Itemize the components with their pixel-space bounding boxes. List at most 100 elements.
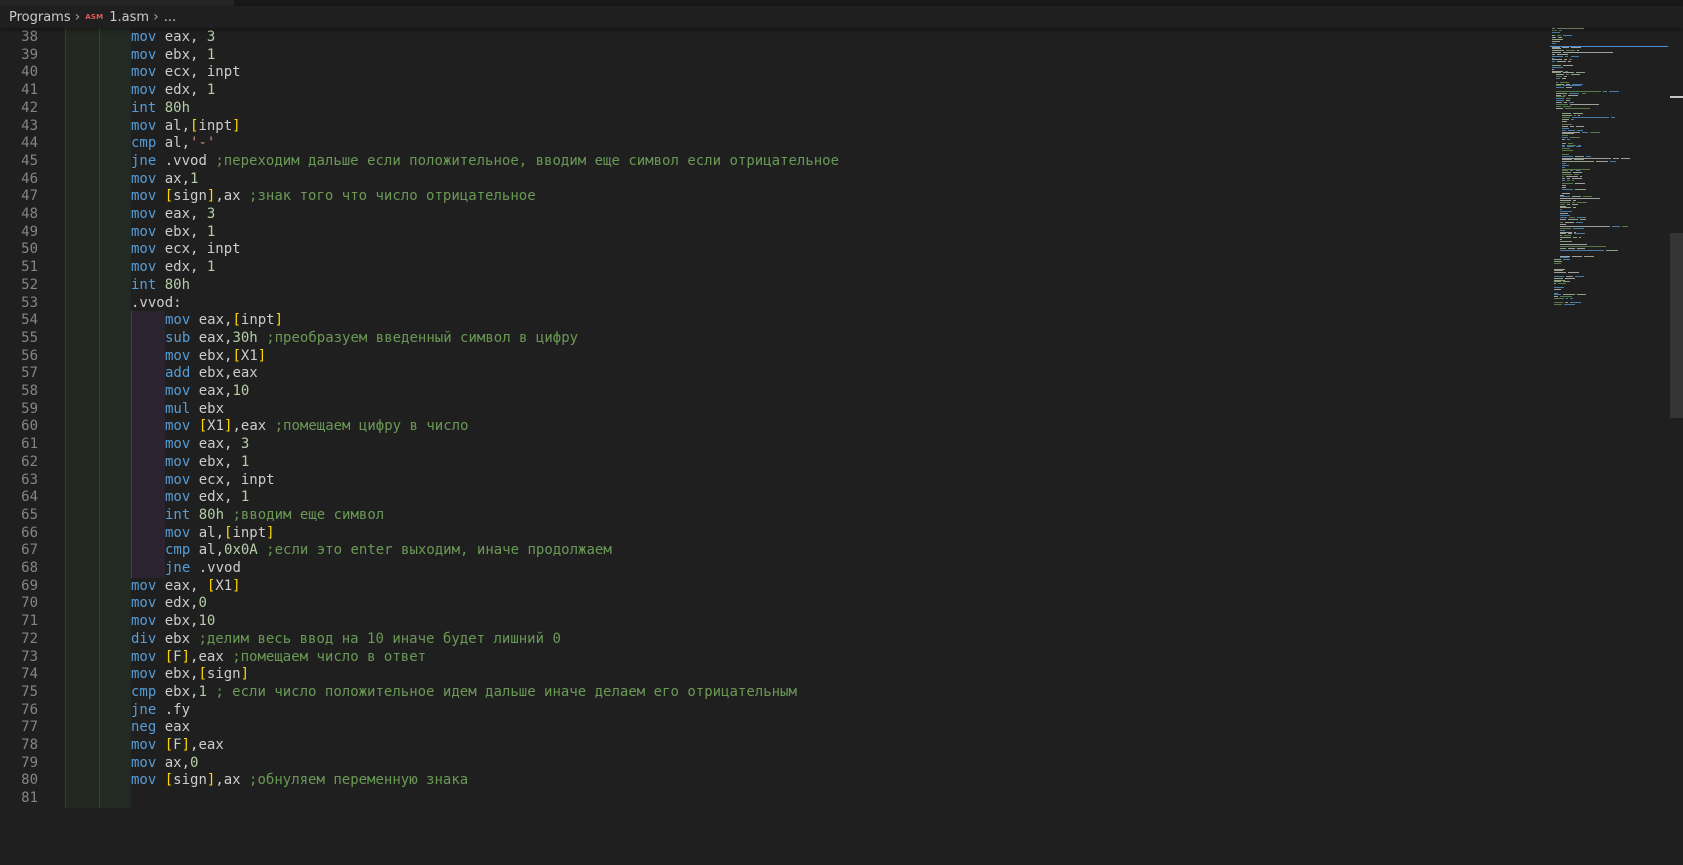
minimap-line <box>1572 172 1582 174</box>
minimap-line <box>1575 222 1584 224</box>
code-line[interactable]: 69 mov eax, [X1] <box>0 576 1540 596</box>
code-line[interactable]: 41 mov edx, 1 <box>0 81 1540 101</box>
code-text: mov eax,10 <box>165 382 249 401</box>
code-text: cmp al,0x0A ;если это enter выходим, ина… <box>165 541 612 560</box>
code-line[interactable]: 40 mov ecx, inpt <box>0 63 1540 83</box>
code-line[interactable]: 59 mul ebx <box>0 399 1540 419</box>
token-br: ] <box>232 577 241 594</box>
code-line[interactable]: 66 mov al,[inpt] <box>0 523 1540 543</box>
minimap-line <box>1554 268 1566 270</box>
code-line[interactable]: 51 mov edx, 1 <box>0 258 1540 278</box>
token-txt: ebx, <box>156 46 207 63</box>
code-line[interactable]: 80 mov [sign],ax ;обнуляем переменную зна… <box>0 771 1540 791</box>
code-line[interactable]: 49 mov ebx, 1 <box>0 222 1540 242</box>
indent-guide <box>65 753 99 773</box>
code-text: mov ecx, inpt <box>165 471 275 490</box>
minimap[interactable] <box>1550 28 1668 865</box>
code-line[interactable]: 81 <box>0 789 1540 809</box>
minimap-line <box>1564 102 1568 103</box>
code-line[interactable]: 38 mov eax, 3 <box>0 28 1540 47</box>
code-line[interactable]: 79 mov ax,0 <box>0 753 1540 773</box>
token-txt: al, <box>156 117 191 134</box>
minimap-line <box>1554 259 1562 261</box>
code-text: mov ebx,[X1] <box>165 347 266 366</box>
token-txt: ebx, <box>190 453 241 470</box>
minimap-line <box>1572 113 1584 115</box>
code-line[interactable]: 44 cmp al,'-' <box>0 134 1540 154</box>
code-line[interactable]: 75 cmp ebx,1 ; если число положительное и… <box>0 682 1540 702</box>
code-line[interactable]: 55 sub eax,30h ;преобразуем введенный сим… <box>0 328 1540 348</box>
code-line[interactable]: 56 mov ebx,[X1] <box>0 346 1540 366</box>
code-text: mul ebx <box>165 400 224 419</box>
token-kw: mov <box>165 453 191 470</box>
indent-guide <box>99 28 131 47</box>
line-number: 55 <box>21 329 38 346</box>
code-line[interactable]: 52 int 80h <box>0 275 1540 295</box>
token-num: 1 <box>190 170 199 187</box>
minimap-line <box>1562 172 1571 174</box>
token-cmt: ;помещаем число в ответ <box>232 648 427 665</box>
code-line[interactable]: 46 mov ax,1 <box>0 169 1540 189</box>
code-line[interactable]: 60 mov [X1],eax ;помещаем цифру в число <box>0 417 1540 437</box>
code-editor[interactable]: 38 mov eax, 3 39 mov ebx, 1 40 mov ecx, inpt 4… <box>0 28 1540 865</box>
code-line[interactable]: 72 div ebx ;делим весь ввод на 10 иначе б… <box>0 629 1540 649</box>
code-line[interactable]: 62 mov ebx, 1 <box>0 452 1540 472</box>
code-line[interactable]: 57 add ebx,eax <box>0 364 1540 384</box>
token-txt: ,eax <box>232 418 275 435</box>
code-line[interactable]: 70 mov edx,0 <box>0 594 1540 614</box>
token-txt: ebx <box>190 400 225 417</box>
breadcrumb-folder[interactable]: Programs <box>9 10 71 25</box>
minimap-line <box>1572 237 1578 239</box>
code-line[interactable]: 71 mov ebx,10 <box>0 612 1540 632</box>
token-txt: .vvod <box>190 560 241 576</box>
line-number: 52 <box>21 276 38 293</box>
token-kw: mul <box>165 400 191 417</box>
minimap-line <box>1562 168 1590 170</box>
code-line[interactable]: 65 int 80h ;вводим еще символ <box>0 505 1540 525</box>
token-cmt: ;знак того что число отрицательное <box>249 188 536 205</box>
code-line[interactable]: 64 mov edx, 1 <box>0 488 1540 508</box>
code-line[interactable]: 78 mov [F],eax <box>0 736 1540 755</box>
token-txt: inpt <box>240 312 275 329</box>
indent-guide <box>131 364 165 384</box>
indent-guide <box>131 452 165 472</box>
code-line[interactable]: 76 jne .fy <box>0 700 1540 720</box>
code-line[interactable]: 74 mov ebx,[sign] <box>0 665 1540 685</box>
code-line[interactable]: 68 jne .vvod <box>0 559 1540 578</box>
code-text: mov al,[inpt] <box>131 117 241 136</box>
minimap-line <box>1562 153 1570 155</box>
code-line[interactable]: 42 int 80h <box>0 98 1540 118</box>
indent-guide <box>65 612 99 632</box>
scrollbar-cursor-marker <box>1670 96 1683 98</box>
indent-guide <box>65 63 99 83</box>
code-text: mov [sign],ax ;обнуляем переменную знака <box>131 771 468 790</box>
code-line[interactable]: 39 mov ebx, 1 <box>0 45 1540 65</box>
token-kw: mov <box>165 383 191 399</box>
code-line[interactable]: 73 mov [F],eax ;помещаем число в ответ <box>0 647 1540 667</box>
breadcrumb-file[interactable]: 1.asm <box>109 10 149 25</box>
code-line[interactable]: 53 .vvod: <box>0 293 1540 313</box>
minimap-line <box>1609 161 1617 163</box>
code-line[interactable]: 58 mov eax,10 <box>0 382 1540 401</box>
minimap-line <box>1576 126 1585 128</box>
minimap-line <box>1556 74 1565 76</box>
code-line[interactable]: 50 mov ecx, inpt <box>0 240 1540 260</box>
vertical-scrollbar[interactable] <box>1670 28 1683 865</box>
token-num: 1 <box>206 82 216 99</box>
code-line[interactable]: 43 mov al,[inpt] <box>0 116 1540 136</box>
breadcrumb-symbol[interactable]: ... <box>164 10 176 25</box>
code-line[interactable]: 54 mov eax,[inpt] <box>0 311 1540 331</box>
code-line[interactable]: 67 cmp al,0x0A ;если это enter выходим, и… <box>0 541 1540 561</box>
minimap-line <box>1560 238 1563 240</box>
code-line[interactable]: 61 mov eax, 3 <box>0 435 1540 455</box>
code-line[interactable]: 77 neg eax <box>0 718 1540 738</box>
code-line[interactable]: 48 mov eax, 3 <box>0 205 1540 224</box>
code-line[interactable]: 47 mov [sign],ax ;знак того что число отр… <box>0 187 1540 207</box>
code-line[interactable]: 45 jne .vvod ;переходим дальше если полож… <box>0 151 1540 171</box>
token-cmt: ;обнуляем переменную знака <box>249 772 469 789</box>
indent-guide <box>65 435 99 455</box>
scrollbar-thumb[interactable] <box>1670 233 1683 418</box>
code-line[interactable]: 63 mov ecx, inpt <box>0 470 1540 490</box>
line-number: 61 <box>21 436 38 453</box>
